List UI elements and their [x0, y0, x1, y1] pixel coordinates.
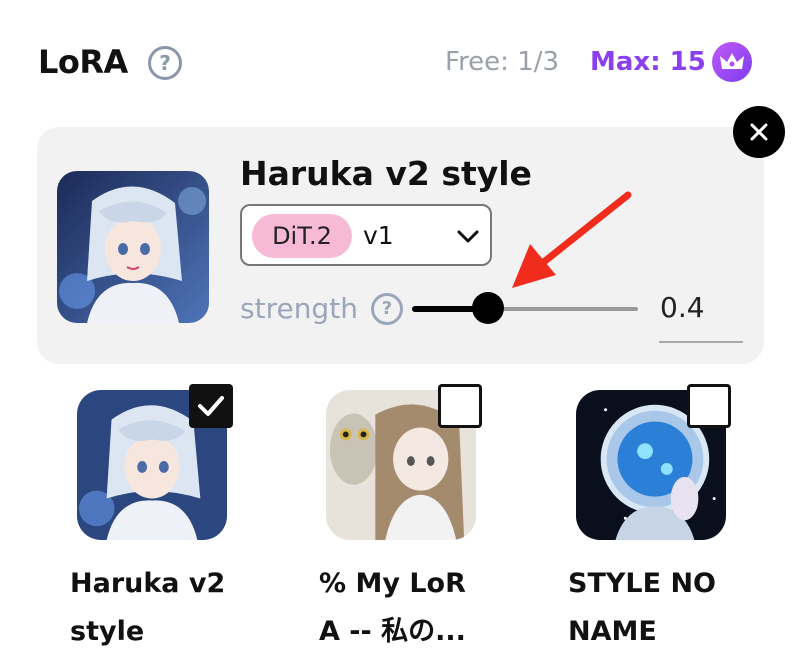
chevron-down-icon[interactable] — [454, 222, 482, 250]
strength-value-input[interactable]: 0.4 — [660, 288, 705, 328]
lora-checkbox[interactable] — [687, 384, 731, 428]
lora-name: % My LoR A -- 私の... — [319, 568, 466, 647]
section-title: LoRA — [38, 43, 128, 81]
help-icon[interactable]: ? — [148, 46, 182, 80]
version-value: v1 — [363, 221, 394, 250]
strength-slider-handle[interactable] — [472, 292, 504, 324]
close-button[interactable] — [733, 106, 785, 158]
selected-lora-thumbnail — [57, 171, 209, 323]
max-quota-label: Max: 15 — [590, 47, 706, 77]
close-icon — [750, 123, 768, 141]
strength-help-icon[interactable]: ? — [371, 293, 403, 325]
strength-label: strength — [240, 292, 358, 325]
free-quota-label: Free: 1/3 — [445, 47, 560, 77]
crown-icon[interactable] — [712, 42, 752, 82]
lora-name: Haruka v2 style — [70, 568, 226, 647]
lora-name: STYLE NO NAME — [568, 568, 717, 647]
strength-value-underline — [659, 341, 743, 343]
model-badge: DiT.2 — [252, 214, 352, 258]
lora-checkbox[interactable] — [438, 384, 482, 428]
selected-lora-name: Haruka v2 style — [240, 154, 532, 193]
check-icon — [198, 396, 224, 416]
lora-checkbox[interactable] — [189, 384, 233, 428]
